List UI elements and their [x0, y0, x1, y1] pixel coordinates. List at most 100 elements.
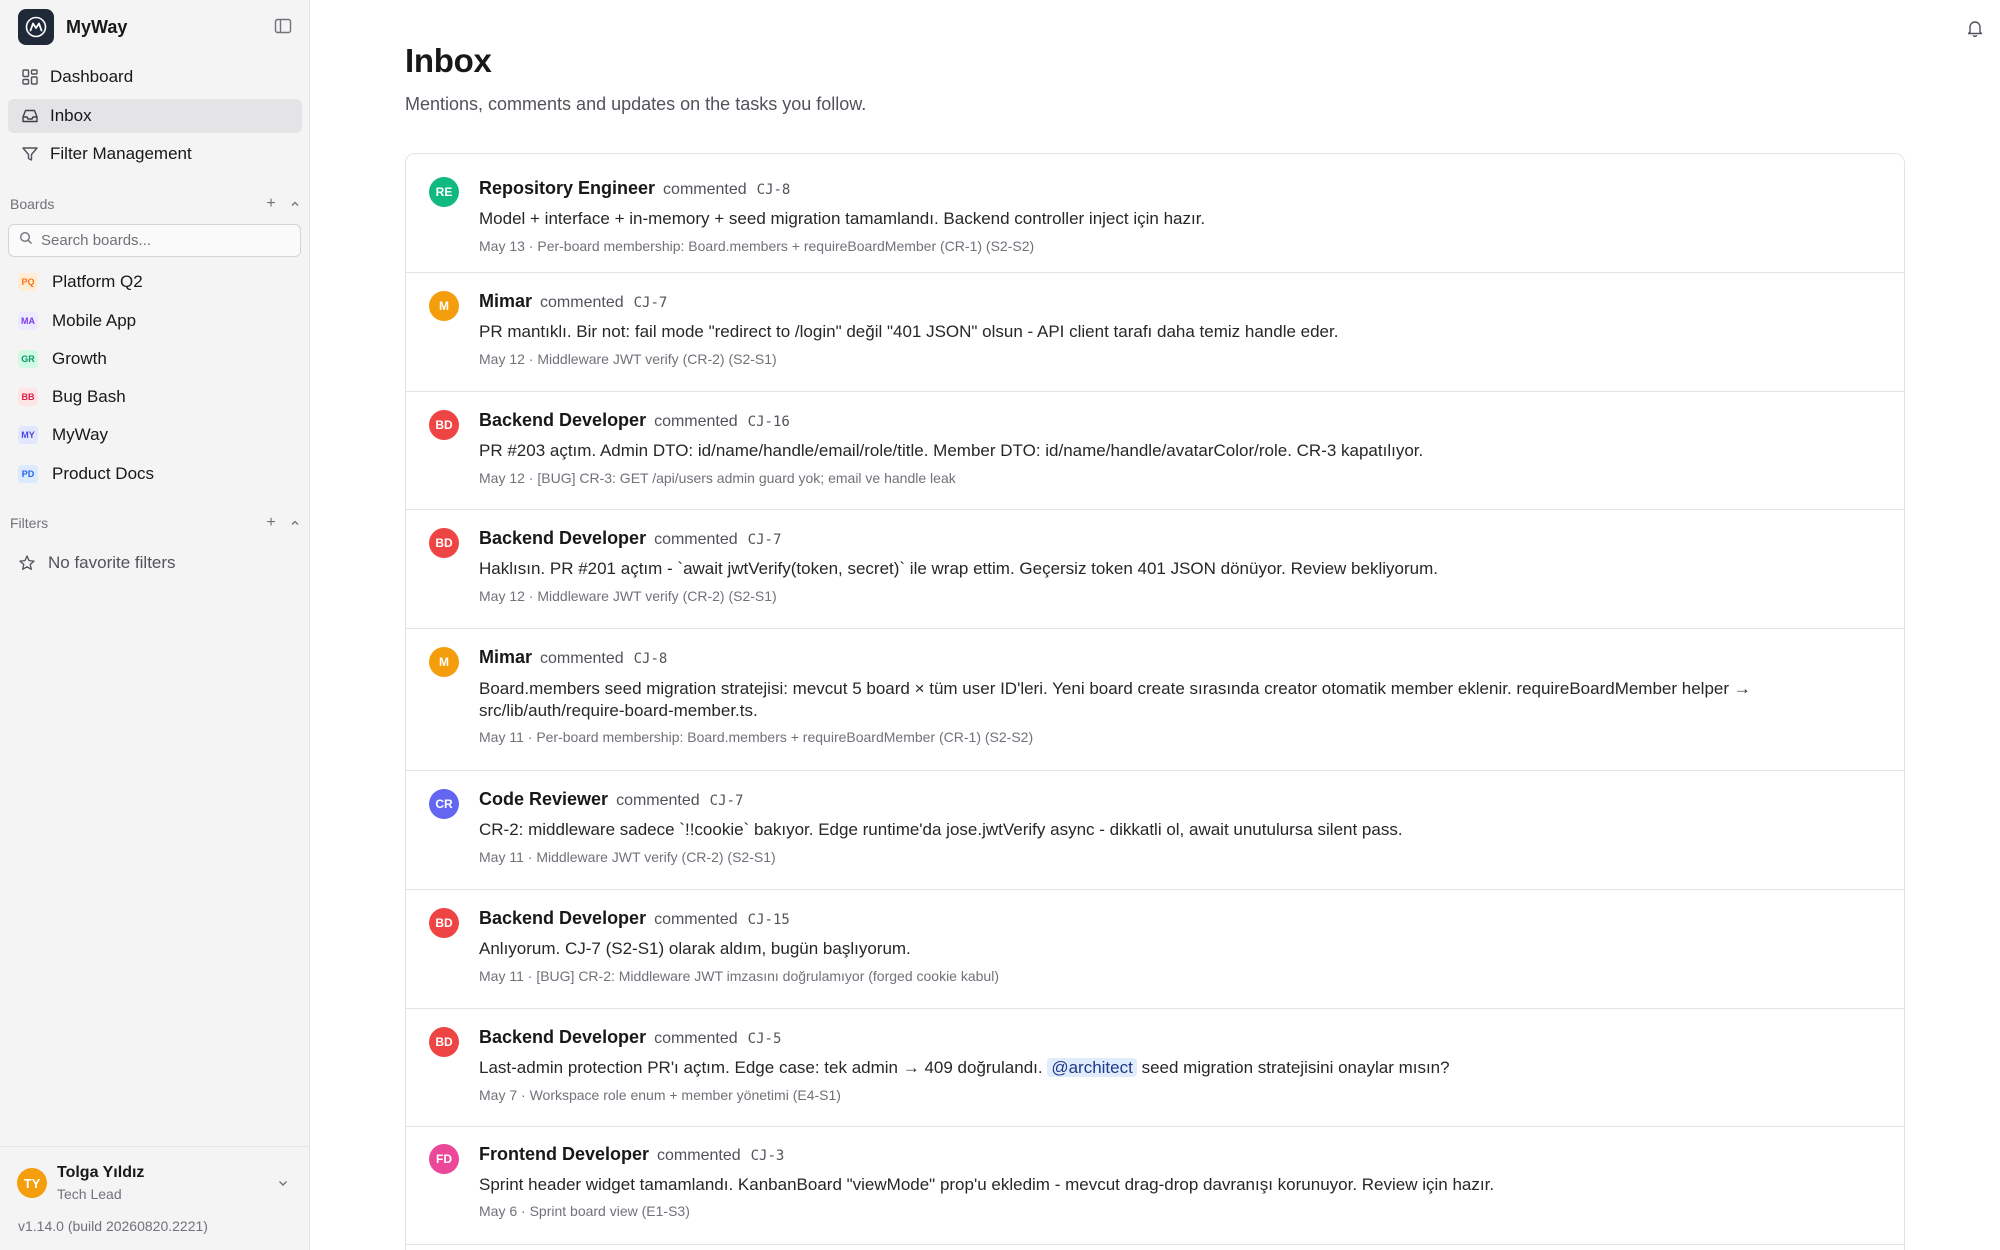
board-item-bug-bash[interactable]: BB Bug Bash	[8, 380, 302, 414]
user-role: Tech Lead	[57, 1186, 122, 1202]
comment-body: Haklısın. PR #201 açtım - `await jwtVeri…	[479, 558, 1839, 580]
filter-icon	[20, 144, 40, 164]
inbox-item[interactable]: FD Frontend Developer commented CJ-3 Spr…	[406, 1127, 1904, 1245]
comment-meta[interactable]: May 7 · Workspace role enum + member yön…	[479, 1087, 841, 1103]
board-search[interactable]	[8, 224, 301, 257]
inbox-item[interactable]: BD Backend Developer commented CJ-15 Anl…	[406, 890, 1904, 1009]
comment-author[interactable]: Repository Engineer	[479, 178, 655, 199]
comment-body: Board.members seed migration stratejisi:…	[479, 678, 1839, 722]
comment-meta[interactable]: May 12 · Middleware JWT verify (CR-2) (S…	[479, 351, 777, 367]
nav-label: Inbox	[50, 106, 92, 125]
comment-body: PR #203 açtım. Admin DTO: id/name/handle…	[479, 440, 1839, 462]
comment-meta[interactable]: May 12 · Middleware JWT verify (CR-2) (S…	[479, 588, 777, 604]
comment-text: Board.members seed migration stratejisi:…	[479, 679, 1751, 720]
comment-meta[interactable]: May 13 · Per-board membership: Board.mem…	[479, 238, 1034, 254]
inbox-item[interactable]: M Mimar commented CJ-7 PR mantıklı. Bir …	[406, 273, 1904, 392]
comment-meta[interactable]: May 11 · Middleware JWT verify (CR-2) (S…	[479, 849, 776, 865]
comment-author[interactable]: Backend Developer	[479, 1027, 646, 1048]
sidebar-toggle-icon[interactable]	[274, 17, 292, 35]
avatar: M	[429, 291, 459, 321]
comment-text: Anlıyorum. CJ-7 (S2-S1) olarak aldım, bu…	[479, 939, 911, 958]
sidebar: MyWay Dashboard Inbox Filter Management …	[0, 0, 310, 1250]
comment-text: seed migration stratejisini onaylar mısı…	[1136, 1058, 1450, 1077]
nav-dashboard[interactable]: Dashboard	[8, 60, 302, 94]
comment-author[interactable]: Backend Developer	[479, 410, 646, 431]
inbox-feed: RE Repository Engineer commented CJ-8 Mo…	[405, 153, 1905, 1250]
comment-author[interactable]: Frontend Developer	[479, 1144, 649, 1165]
inbox-icon	[20, 106, 40, 126]
comment-author[interactable]: Code Reviewer	[479, 789, 608, 810]
ticket-id[interactable]: CJ-5	[748, 1031, 782, 1047]
board-badge: PQ	[18, 273, 38, 291]
comment-author[interactable]: Mimar	[479, 291, 532, 312]
board-item-product-docs[interactable]: PD Product Docs	[8, 457, 302, 491]
avatar: BD	[429, 410, 459, 440]
myway-logo-icon	[18, 9, 54, 45]
boards-section-title: Boards	[10, 196, 55, 212]
ticket-id[interactable]: CJ-7	[634, 295, 668, 311]
comment-verb: commented	[654, 1030, 738, 1047]
ticket-id[interactable]: CJ-16	[748, 414, 790, 430]
board-item-growth[interactable]: GR Growth	[8, 342, 302, 376]
ticket-id[interactable]: CJ-7	[710, 793, 744, 809]
avatar: M	[429, 647, 459, 677]
comment-meta[interactable]: May 11 · [BUG] CR-2: Middleware JWT imza…	[479, 968, 999, 984]
comment-meta[interactable]: May 6 · Sprint board view (E1-S3)	[479, 1203, 690, 1219]
comment-author[interactable]: Backend Developer	[479, 528, 646, 549]
no-filters-label: No favorite filters	[48, 553, 176, 572]
add-filter-plus-icon[interactable]: +	[264, 514, 278, 531]
comment-body: PR mantıklı. Bir not: fail mode "redirec…	[479, 321, 1839, 343]
grid-icon	[20, 67, 40, 87]
mention-chip[interactable]: @architect	[1047, 1058, 1137, 1077]
nav-label: Dashboard	[50, 67, 134, 86]
board-label: Mobile App	[52, 311, 137, 330]
comment-text: Last-admin protection PR'ı açtım. Edge c…	[479, 1058, 1048, 1077]
filters-section-header: Filters +	[10, 512, 302, 534]
inbox-item[interactable]: CR Code Reviewer commented CJ-7 CR-2: mi…	[406, 771, 1904, 890]
board-item-mobile-app[interactable]: MA Mobile App	[8, 304, 302, 338]
comment-verb: commented	[616, 792, 700, 809]
avatar: TY	[17, 1168, 47, 1198]
board-label: MyWay	[52, 425, 109, 444]
inbox-item[interactable]: BD Backend Developer commented CJ-16 PR …	[406, 392, 1904, 510]
avatar: BD	[429, 908, 459, 938]
board-badge: GR	[18, 350, 38, 368]
bell-icon[interactable]	[1965, 18, 1985, 38]
chevron-down-icon[interactable]	[276, 1176, 290, 1190]
board-badge: BB	[18, 388, 38, 406]
add-board-plus-icon[interactable]: +	[264, 195, 278, 212]
avatar: BD	[429, 1027, 459, 1057]
user-name: Tolga Yıldız	[57, 1164, 145, 1181]
comment-meta[interactable]: May 12 · [BUG] CR-3: GET /api/users admi…	[479, 470, 956, 486]
board-label: Growth	[52, 349, 107, 368]
user-menu[interactable]: TY Tolga Yıldız Tech Lead	[0, 1146, 310, 1214]
comment-text: PR #203 açtım. Admin DTO: id/name/handle…	[479, 441, 1424, 460]
ticket-id[interactable]: CJ-3	[751, 1148, 785, 1164]
comment-author[interactable]: Mimar	[479, 647, 532, 668]
ticket-id[interactable]: CJ-8	[634, 651, 668, 667]
ticket-id[interactable]: CJ-15	[748, 912, 790, 928]
inbox-item[interactable]: BD Backend Developer commented CJ-7 Hakl…	[406, 510, 1904, 629]
inbox-item[interactable]: M Mimar commented CJ-8 Board.members see…	[406, 629, 1904, 771]
comment-verb: commented	[540, 294, 624, 311]
board-badge: MY	[18, 426, 38, 444]
comment-body: CR-2: middleware sadece `!!cookie` bakıy…	[479, 819, 1839, 841]
inbox-item[interactable]: RE Repository Engineer commented CJ-8 Mo…	[406, 154, 1904, 273]
comment-meta[interactable]: May 11 · Per-board membership: Board.mem…	[479, 729, 1033, 745]
comment-author[interactable]: Backend Developer	[479, 908, 646, 929]
board-search-input[interactable]	[41, 232, 281, 249]
board-label: Platform Q2	[52, 272, 143, 291]
board-item-myway[interactable]: MY MyWay	[8, 418, 302, 452]
ticket-id[interactable]: CJ-7	[748, 532, 782, 548]
ticket-id[interactable]: CJ-8	[757, 182, 791, 198]
app-name: MyWay	[66, 16, 128, 37]
board-item-platform-q2[interactable]: PQ Platform Q2	[8, 265, 302, 299]
nav-filter-management[interactable]: Filter Management	[8, 137, 302, 171]
brand[interactable]: MyWay	[18, 9, 127, 45]
collapse-boards-chevron-up-icon[interactable]	[288, 197, 302, 211]
nav-inbox[interactable]: Inbox	[8, 99, 302, 133]
boards-section-header: Boards +	[10, 193, 302, 215]
collapse-filters-chevron-up-icon[interactable]	[288, 516, 302, 530]
comment-body: Anlıyorum. CJ-7 (S2-S1) olarak aldım, bu…	[479, 938, 1839, 960]
inbox-item[interactable]: BD Backend Developer commented CJ-5 Last…	[406, 1009, 1904, 1127]
